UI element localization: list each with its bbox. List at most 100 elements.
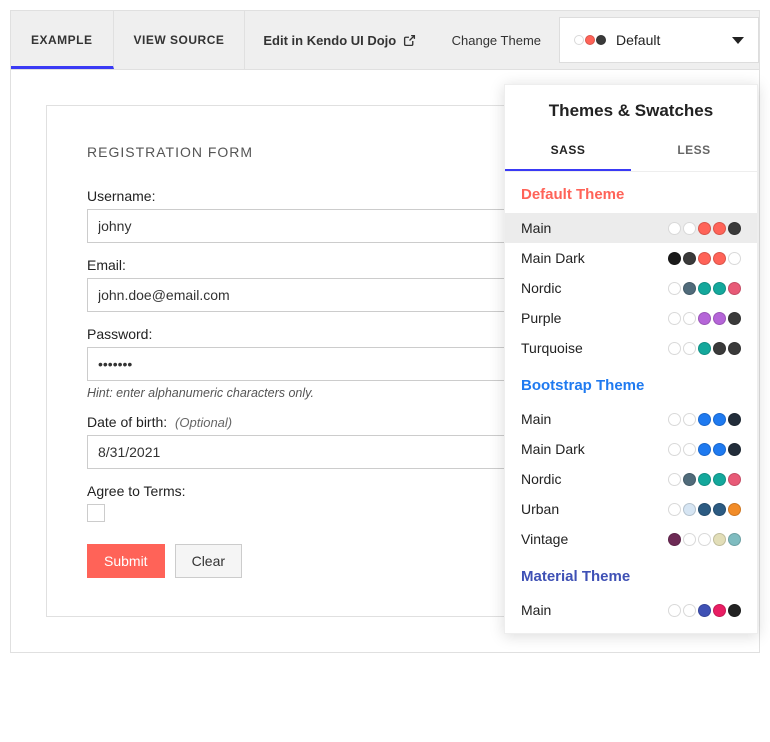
swatch-item[interactable]: Vintage	[505, 524, 757, 554]
swatch-item-label: Turquoise	[521, 340, 583, 356]
theme-dropdown-value: Default	[616, 32, 722, 48]
swatch-dot	[728, 342, 741, 355]
swatch-dot	[683, 533, 696, 546]
swatch-item-label: Nordic	[521, 471, 561, 487]
swatch-dot	[574, 35, 584, 45]
section-bootstrap-theme: Bootstrap Theme	[505, 363, 757, 404]
swatch-dot	[698, 473, 711, 486]
swatch-dot	[713, 312, 726, 325]
swatch-dot	[713, 443, 726, 456]
swatch-dot	[728, 282, 741, 295]
swatch-dot	[713, 282, 726, 295]
swatch-dots	[668, 533, 741, 546]
swatch-dot	[698, 604, 711, 617]
swatch-dot	[668, 222, 681, 235]
swatch-item[interactable]: Main Dark	[505, 243, 757, 273]
edit-in-dojo-link[interactable]: Edit in Kendo UI Dojo	[245, 11, 434, 69]
swatch-dot	[683, 342, 696, 355]
swatch-item[interactable]: Main	[505, 404, 757, 434]
swatch-dot	[713, 533, 726, 546]
swatch-item-label: Main	[521, 220, 551, 236]
swatch-dot	[668, 604, 681, 617]
swatch-dot	[683, 222, 696, 235]
swatch-dots	[668, 252, 741, 265]
swatch-dots	[668, 413, 741, 426]
swatch-dot	[698, 222, 711, 235]
chevron-down-icon	[732, 37, 744, 44]
swatch-dots	[668, 312, 741, 325]
swatch-dot	[713, 342, 726, 355]
swatch-dot	[728, 413, 741, 426]
swatch-dot	[698, 533, 711, 546]
swatch-dot	[698, 443, 711, 456]
swatch-dot	[728, 604, 741, 617]
swatch-dots	[668, 342, 741, 355]
swatch-item-label: Main Dark	[521, 250, 585, 266]
top-toolbar: EXAMPLE VIEW SOURCE Edit in Kendo UI Doj…	[10, 10, 760, 70]
agree-terms-checkbox[interactable]	[87, 504, 105, 522]
swatch-item[interactable]: Main	[505, 213, 757, 243]
panel-body[interactable]: Default Theme Main Main Dark Nordic Purp…	[505, 172, 757, 633]
panel-title: Themes & Swatches	[505, 85, 757, 131]
swatch-item-label: Main Dark	[521, 441, 585, 457]
swatch-dot	[728, 503, 741, 516]
swatch-dots	[668, 443, 741, 456]
swatch-item[interactable]: Urban	[505, 494, 757, 524]
swatch-dot	[713, 473, 726, 486]
swatch-dot	[698, 252, 711, 265]
swatch-item-label: Vintage	[521, 531, 568, 547]
swatch-dot	[698, 282, 711, 295]
swatch-dots	[668, 473, 741, 486]
swatch-dot	[713, 222, 726, 235]
swatch-item[interactable]: Nordic	[505, 273, 757, 303]
swatch-dots	[668, 282, 741, 295]
swatch-dot	[668, 312, 681, 325]
swatch-dot	[668, 533, 681, 546]
panel-tab-less[interactable]: LESS	[631, 131, 757, 171]
swatch-dot	[596, 35, 606, 45]
theme-dropdown-swatches	[574, 35, 606, 45]
swatch-item-label: Urban	[521, 501, 559, 517]
swatch-dot	[683, 282, 696, 295]
swatch-dot	[668, 252, 681, 265]
swatch-dot	[683, 312, 696, 325]
swatch-dot	[728, 443, 741, 456]
swatch-dot	[668, 503, 681, 516]
swatch-item-label: Main	[521, 411, 551, 427]
swatch-dot	[698, 503, 711, 516]
swatch-dot	[713, 413, 726, 426]
swatch-item[interactable]: Nordic	[505, 464, 757, 494]
change-theme-label: Change Theme	[452, 33, 541, 48]
swatch-item[interactable]: Purple	[505, 303, 757, 333]
clear-button[interactable]: Clear	[175, 544, 242, 578]
tab-example[interactable]: EXAMPLE	[11, 11, 114, 69]
swatch-item[interactable]: Main	[505, 595, 757, 625]
swatch-item-label: Main	[521, 602, 551, 618]
section-default-theme: Default Theme	[505, 172, 757, 213]
swatch-dot	[585, 35, 595, 45]
swatch-dot	[713, 503, 726, 516]
swatch-dot	[668, 413, 681, 426]
swatch-item-label: Purple	[521, 310, 561, 326]
swatch-dots	[668, 222, 741, 235]
swatch-dot	[683, 473, 696, 486]
swatch-item[interactable]: Main Dark	[505, 434, 757, 464]
swatch-dot	[668, 282, 681, 295]
section-material-theme: Material Theme	[505, 554, 757, 595]
swatch-dot	[668, 342, 681, 355]
swatch-dot	[668, 473, 681, 486]
swatch-dot	[683, 413, 696, 426]
swatch-dot	[683, 252, 696, 265]
submit-button[interactable]: Submit	[87, 544, 165, 578]
swatch-dot	[698, 312, 711, 325]
swatch-dot	[683, 503, 696, 516]
panel-tab-sass[interactable]: SASS	[505, 131, 631, 171]
swatch-item-label: Nordic	[521, 280, 561, 296]
dob-optional: (Optional)	[175, 415, 232, 430]
theme-dropdown[interactable]: Default	[559, 17, 759, 63]
swatch-dot	[728, 473, 741, 486]
swatch-dot	[683, 604, 696, 617]
tab-view-source[interactable]: VIEW SOURCE	[114, 11, 246, 69]
swatch-dot	[698, 413, 711, 426]
swatch-item[interactable]: Turquoise	[505, 333, 757, 363]
